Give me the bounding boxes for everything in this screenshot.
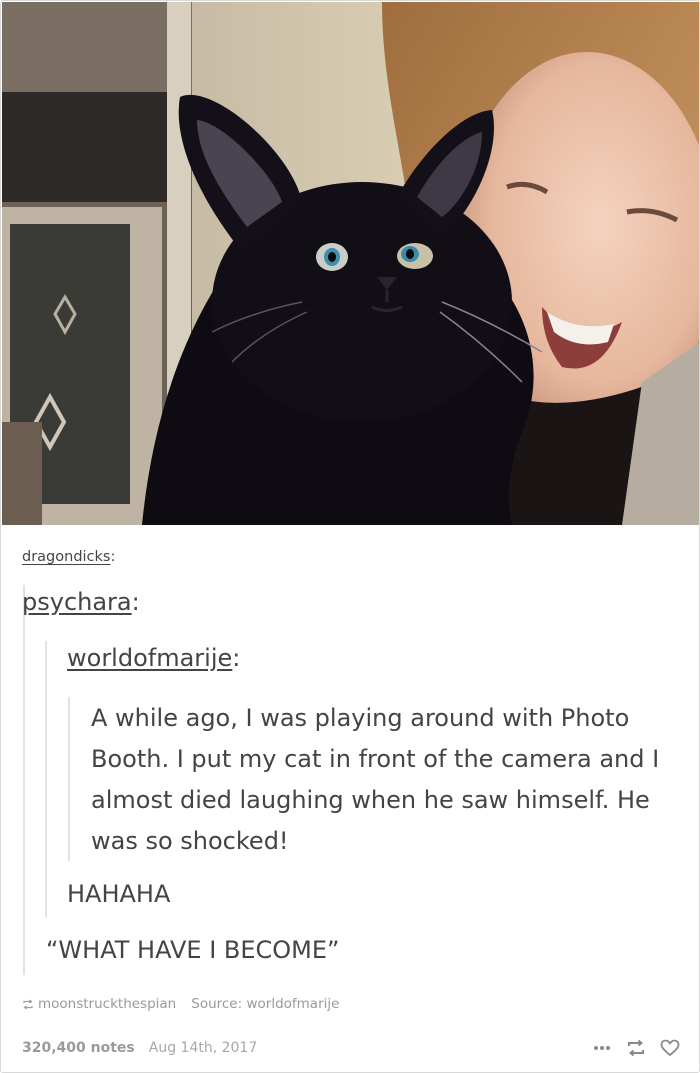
heart-icon[interactable] (658, 1038, 682, 1058)
post-actions (590, 1038, 682, 1058)
source-link[interactable]: worldofmarije (246, 996, 339, 1012)
source-user-link[interactable]: dragondicks (22, 549, 110, 565)
quote-user-link-psychara[interactable]: psychara (22, 588, 132, 616)
reblog-icon[interactable] (624, 1038, 648, 1058)
colon: : (232, 644, 241, 672)
cat-selfie-image (2, 2, 699, 525)
post-photo[interactable] (2, 2, 699, 525)
reply-text-1: HAHAHA (67, 880, 171, 908)
reply-text-2: “WHAT HAVE I BECOME” (46, 936, 340, 964)
source-label-text: Source: (191, 996, 243, 1012)
post-footer: 320,400 notes Aug 14th, 2017 (22, 1038, 682, 1058)
original-post-text: A while ago, I was playing around with P… (91, 704, 660, 855)
more-dots-icon[interactable] (590, 1038, 614, 1058)
reblog-icon (23, 998, 33, 1010)
reblog-source-line: moonstruckthespian Source: worldofmarije (22, 996, 339, 1012)
post-date[interactable]: Aug 14th, 2017 (149, 1040, 258, 1056)
reblogged-from-link[interactable]: moonstruckthespian (38, 996, 176, 1012)
source-user-line: dragondicks: (22, 549, 115, 565)
tumblr-post: dragondicks: psychara: worldofmarije: A … (0, 0, 700, 1073)
quote-user-line: worldofmarije: (67, 644, 240, 672)
colon: : (131, 588, 140, 616)
notes-count[interactable]: 320,400 notes (22, 1040, 135, 1056)
source-label: Source: worldofmarije (191, 996, 339, 1012)
colon: : (110, 549, 116, 565)
quote-user-link-worldofmarije[interactable]: worldofmarije (67, 644, 232, 672)
quote-user-line: psychara: (22, 588, 140, 616)
